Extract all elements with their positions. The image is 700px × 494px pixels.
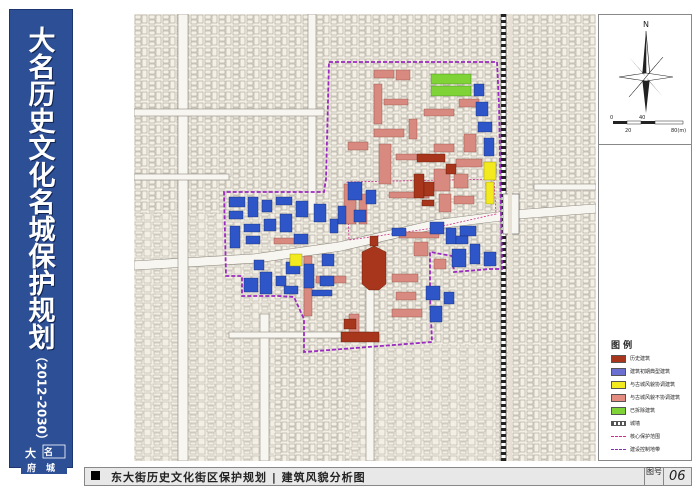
panel-divider <box>599 144 691 145</box>
map-caption: 东大街历史文化街区保护规划 | 建筑风貌分析图 <box>111 471 366 484</box>
legend-label: 核心保护范围 <box>630 434 661 440</box>
plan-years: （2012-2030） <box>24 348 60 448</box>
legend-label: 与古城风貌协调建筑 <box>630 382 676 388</box>
map-sheet: 大 名 历 史 文 化 名 城 保 护 规 划 （2012-2030） 大 名 … <box>0 0 700 494</box>
legend-label: 城墙 <box>630 421 641 427</box>
title-bar: 大 名 历 史 文 化 名 城 保 护 规 划 （2012-2030） 大 名 … <box>9 9 74 474</box>
title-char: 文 <box>28 134 56 165</box>
legend-label: 建设控制地带 <box>630 447 661 453</box>
scale-label: 80(m) <box>671 128 686 134</box>
scale-label: 0 <box>610 115 613 121</box>
legend-label: 建筑初期典型建筑 <box>630 369 671 375</box>
legend-swatch <box>611 449 626 451</box>
title-char: 保 <box>28 242 56 273</box>
title-char: 历 <box>28 80 56 111</box>
legend-swatch <box>611 355 626 363</box>
title-char: 史 <box>28 107 56 138</box>
svg-text:名: 名 <box>44 446 53 458</box>
scale-bar: 0 20 40 80(m) <box>610 115 686 134</box>
vertical-title: 大 名 历 史 文 化 名 城 保 护 规 划 <box>10 28 74 352</box>
title-char: 护 <box>28 269 56 300</box>
svg-text:城: 城 <box>46 462 55 474</box>
compass-area: N 0 20 40 80(m) <box>610 20 686 134</box>
title-char: 名 <box>28 53 56 84</box>
district-map <box>134 14 596 461</box>
legend-label: 已拆除建筑 <box>630 408 656 414</box>
legend-swatch <box>611 381 626 389</box>
scale-label: 40 <box>639 115 645 121</box>
title-char: 大 <box>28 26 56 57</box>
figure-label: 图号 <box>644 467 664 486</box>
legend-label: 历史建筑 <box>630 356 651 362</box>
scale-label: 20 <box>625 128 631 134</box>
title-char: 名 <box>28 188 56 219</box>
north-label: N <box>643 20 649 29</box>
seal-logo: 大 名 府 城 <box>21 444 67 474</box>
title-char: 化 <box>28 161 56 192</box>
legend-swatch <box>611 407 626 415</box>
title-char: 城 <box>28 215 56 246</box>
bullet-square <box>91 471 100 480</box>
svg-text:府: 府 <box>27 462 36 474</box>
legend-swatch <box>611 421 626 426</box>
plan-years-text: （2012-2030） <box>34 350 49 446</box>
legend-title: 图 例 <box>611 341 633 351</box>
svg-text:大: 大 <box>25 446 36 460</box>
legend-label: 与古城风貌不协调建筑 <box>630 395 681 401</box>
legend-swatch <box>611 368 626 376</box>
compass-icon <box>618 30 674 113</box>
legend-swatch <box>611 436 626 438</box>
caption-bar: 东大街历史文化街区保护规划 | 建筑风貌分析图 图号 06 <box>84 467 692 486</box>
legend-swatch <box>611 394 626 402</box>
title-char: 规 <box>28 296 56 327</box>
figure-number: 06 <box>669 469 686 484</box>
info-panel: N 0 20 40 80(m) 图 例 历史建筑 建筑初期典型建筑 与古城风貌协… <box>598 14 692 461</box>
